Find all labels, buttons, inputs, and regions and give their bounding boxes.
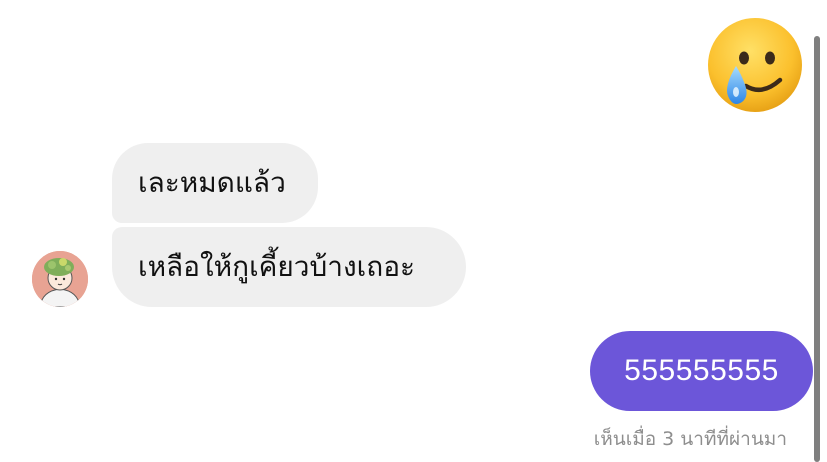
outgoing-message-bubble[interactable]: 555555555 [590, 331, 813, 411]
seen-status: เห็นเมื่อ 3 นาทีที่ผ่านมา [593, 428, 787, 450]
chat-thread: เละหมดแล้ว เหลือให้กูเคี้ยวบ้างเถอะ 5555… [0, 0, 827, 462]
incoming-message-bubble[interactable]: เละหมดแล้ว [112, 143, 318, 223]
emoji-graphic [708, 18, 802, 112]
scrollbar[interactable] [814, 36, 820, 462]
avatar-illustration-icon [32, 251, 88, 307]
face-holding-back-tears-emoji-icon[interactable] [706, 16, 804, 114]
message-text: เหลือให้กูเคี้ยวบ้างเถอะ [138, 250, 416, 283]
message-text: 555555555 [624, 354, 779, 387]
message-text: เละหมดแล้ว [138, 166, 286, 199]
avatar[interactable] [32, 251, 88, 307]
incoming-message-bubble[interactable]: เหลือให้กูเคี้ยวบ้างเถอะ [112, 227, 466, 307]
